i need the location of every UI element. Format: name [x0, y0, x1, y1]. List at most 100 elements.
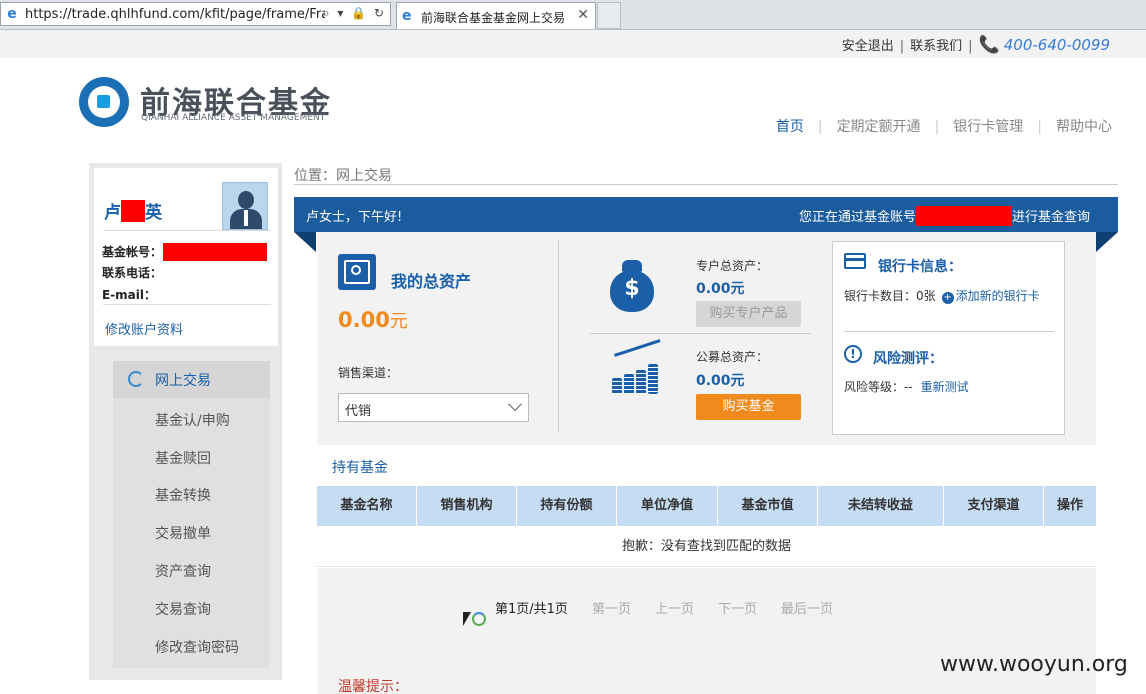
hotline-number: 400-640-0099	[1003, 36, 1110, 54]
user-name: 卢英	[104, 198, 162, 223]
avatar	[222, 182, 268, 230]
column-header: 未结转收益	[818, 486, 944, 526]
contact-link[interactable]: 联系我们	[910, 39, 962, 54]
sidebar-item-label[interactable]: 网上交易	[155, 370, 211, 390]
address-controls[interactable]: ⌕ ▾ 🔒 ↻	[323, 6, 386, 21]
empty-message: 抱歉：没有查找到匹配的数据	[621, 539, 791, 554]
bank-card-count-text: 银行卡数目：0张	[844, 289, 936, 303]
column-header: 操作	[1056, 498, 1083, 513]
email-label: E-mail：	[102, 288, 157, 302]
sidebar-item-redeem[interactable]: 基金赎回	[155, 448, 211, 468]
pagination: 第1页/共1页 第一页 上一页 下一页 最后一页	[495, 598, 857, 617]
logout-link[interactable]: 安全退出	[842, 39, 894, 54]
edit-account-link[interactable]: 修改账户资料	[105, 319, 183, 338]
new-tab-button[interactable]	[597, 2, 621, 29]
user-name-last: 英	[145, 203, 162, 223]
ribbon-fold	[1096, 232, 1118, 252]
loading-ring-icon	[128, 371, 144, 387]
prev-page-link[interactable]: 上一页	[655, 602, 694, 617]
column-header: 单位净值	[617, 486, 718, 526]
bank-card-icon	[844, 253, 866, 269]
risk-level: 风险等级：-- 重新测试	[844, 378, 969, 395]
dollar-sign: $	[624, 276, 640, 301]
next-page-link[interactable]: 下一页	[718, 602, 757, 617]
nav-divider: |	[934, 119, 940, 135]
logo-english-name: QIANHAI ALLIANCE ASSET MANAGEMENT	[141, 113, 326, 123]
divider	[844, 331, 1054, 332]
public-assets-amount: 0.00元	[696, 373, 745, 389]
column-header: 支付渠道	[944, 486, 1044, 526]
sidebar-item-change-password[interactable]: 修改查询密码	[155, 637, 239, 657]
money-bag-icon: $	[610, 258, 654, 312]
account-notice: 您正在通过基金账号 进行基金查询	[799, 206, 1090, 226]
nav-home[interactable]: 首页	[776, 119, 804, 135]
sales-channel-value: 代销	[345, 404, 372, 419]
special-assets-amount: 0.00元	[696, 281, 745, 297]
phone-icon: 📞	[978, 35, 1000, 55]
sidebar-item-subscribe[interactable]: 基金认/申购	[155, 410, 230, 430]
column-header: 持有份额	[517, 486, 617, 526]
logo-mark-center	[97, 95, 110, 108]
sales-channel-select[interactable]: 代销	[338, 393, 529, 422]
last-page-link[interactable]: 最后一页	[781, 602, 833, 617]
top-utility-bar: 安全退出 | 联系我们 | 📞 400-640-0099	[0, 30, 1146, 58]
address-bar[interactable]: e https://trade.qhlhfund.com/kfit/page/f…	[0, 2, 391, 26]
tab-title: 前海联合基金基金网上交易	[421, 11, 566, 25]
divider	[590, 333, 811, 334]
separator: |	[899, 39, 905, 54]
first-page-link[interactable]: 第一页	[592, 602, 631, 617]
bank-card-count: 银行卡数目：0张 + 添加新的银行卡	[844, 287, 1040, 304]
sales-channel-label: 销售渠道：	[338, 366, 399, 380]
warning-icon: !	[844, 345, 862, 363]
tab-close-icon[interactable]: ✕	[577, 7, 589, 23]
total-assets-amount: 0.00元	[338, 307, 408, 333]
ribbon-fold	[294, 232, 316, 252]
welcome-band: 卢女士，下午好! 您正在通过基金账号 进行基金查询	[294, 197, 1118, 232]
page-indicator: 第1页/共1页	[495, 602, 568, 617]
nav-help[interactable]: 帮助中心	[1056, 119, 1112, 135]
redaction-box	[121, 200, 145, 222]
sidebar-item-cancel-order[interactable]: 交易撤单	[155, 523, 211, 543]
divider	[558, 240, 559, 432]
sidebar-item-convert[interactable]: 基金转换	[155, 485, 211, 505]
tips-heading: 温馨提示：	[338, 679, 408, 694]
retest-link[interactable]: 重新测试	[921, 380, 969, 394]
total-assets-title: 我的总资产	[391, 272, 472, 291]
risk-level-text: 风险等级：--	[844, 380, 913, 394]
separator: |	[968, 39, 973, 54]
sidebar-item-trade-query[interactable]: 交易查询	[155, 599, 211, 619]
buy-fund-button[interactable]: 购买基金	[696, 394, 801, 420]
sidebar-item-asset-query[interactable]: 资产查询	[155, 561, 211, 581]
url-text[interactable]: https://trade.qhlhfund.com/kfit/page/fra…	[25, 7, 325, 22]
total-assets-value: 0.00	[338, 308, 390, 332]
nav-bank-card[interactable]: 银行卡管理	[953, 119, 1023, 135]
risk-assessment-title: 风险测评：	[873, 351, 943, 367]
ie-icon: e	[7, 6, 17, 22]
add-bank-card-link[interactable]: 添加新的银行卡	[956, 289, 1040, 303]
browser-tab[interactable]: e 前海联合基金基金网上交易 ✕	[396, 2, 596, 29]
bank-card-title: 银行卡信息：	[878, 259, 962, 275]
special-assets-label: 专户总资产：	[696, 259, 769, 273]
main-nav: 首页 | 定期定额开通 | 银行卡管理 | 帮助中心	[776, 116, 1112, 136]
nav-fixed-investment[interactable]: 定期定额开通	[837, 119, 921, 135]
divider	[103, 304, 271, 305]
holdings-tab[interactable]: 持有基金	[332, 457, 388, 477]
buy-special-product-button[interactable]: 购买专户产品	[696, 301, 801, 327]
tab-ie-icon: e	[402, 8, 412, 24]
phone-label: 联系电话：	[102, 266, 163, 280]
column-header: 销售机构	[417, 486, 517, 526]
chevron-down-icon	[507, 396, 523, 412]
redaction-box	[915, 206, 1012, 226]
redaction-box	[163, 243, 267, 261]
account-notice-suffix: 进行基金查询	[1011, 210, 1090, 225]
nav-divider: |	[817, 119, 823, 135]
nav-divider: |	[1037, 119, 1042, 135]
account-label: 基金帐号：	[102, 245, 163, 259]
busy-spinner-icon	[472, 612, 486, 626]
account-notice-prefix: 您正在通过基金账号	[798, 210, 916, 225]
table-row: 抱歉：没有查找到匹配的数据	[317, 527, 1096, 567]
user-name-first: 卢	[104, 203, 121, 223]
plus-circle-icon[interactable]: +	[941, 292, 954, 304]
public-assets-label: 公募总资产：	[696, 350, 769, 364]
watermark: www.wooyun.org	[940, 652, 1128, 677]
